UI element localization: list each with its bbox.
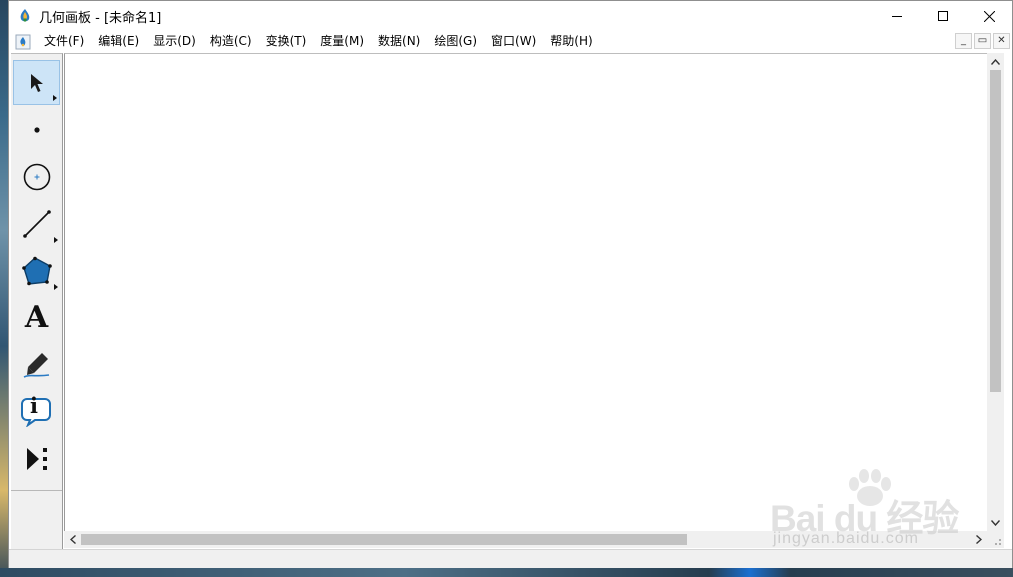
close-icon: [983, 10, 995, 22]
menu-transform[interactable]: 变换(T): [259, 31, 314, 52]
document-icon[interactable]: [15, 34, 31, 50]
submenu-indicator: [53, 95, 57, 101]
point-icon: [33, 126, 40, 133]
scroll-left-button[interactable]: [64, 531, 81, 548]
arrow-tool[interactable]: [13, 60, 60, 105]
menu-data[interactable]: 数据(N): [371, 31, 427, 52]
play-custom-icon: [26, 447, 47, 470]
arrow-pointer-icon: [30, 73, 43, 92]
sketchpad-app-icon: [20, 9, 30, 22]
point-tool[interactable]: [13, 107, 60, 152]
menu-file[interactable]: 文件(F): [37, 31, 91, 52]
information-tool[interactable]: i: [13, 389, 60, 434]
menu-bar: 文件(F) 编辑(E) 显示(D) 构造(C) 变换(T) 度量(M) 数据(N…: [9, 31, 1012, 52]
menu-help[interactable]: 帮助(H): [543, 31, 599, 52]
horizontal-scrollbar[interactable]: [64, 531, 987, 548]
menu-display[interactable]: 显示(D): [146, 31, 203, 52]
toolbox-divider: [11, 490, 62, 491]
menu-measure[interactable]: 度量(M): [313, 31, 371, 52]
maximize-icon: [938, 11, 948, 21]
doc-restore-button[interactable]: ▭: [974, 33, 991, 49]
chevron-up-icon: [991, 58, 1000, 65]
chevron-right-icon: [975, 535, 982, 544]
menu-construct[interactable]: 构造(C): [203, 31, 259, 52]
status-bar: [9, 549, 1012, 568]
close-button[interactable]: [966, 1, 1012, 31]
compass-tool[interactable]: [13, 154, 60, 199]
straightedge-tool[interactable]: [13, 201, 60, 246]
doc-close-button[interactable]: ✕: [993, 33, 1010, 49]
window-title: 几何画板 - [未命名1]: [39, 10, 162, 26]
custom-tool[interactable]: [13, 436, 60, 481]
vertical-scrollbar[interactable]: [987, 53, 1004, 531]
pentagon-icon: [21, 256, 52, 285]
scroll-right-button[interactable]: [970, 531, 987, 548]
menu-window[interactable]: 窗口(W): [484, 31, 543, 52]
polygon-tool[interactable]: [13, 248, 60, 293]
marker-tool[interactable]: [13, 342, 60, 387]
letter-a-icon: A: [24, 299, 49, 335]
scroll-up-button[interactable]: [987, 53, 1004, 70]
document-window-controls: _ ▭ ✕: [955, 33, 1010, 49]
minimize-button[interactable]: [874, 1, 920, 31]
marker-pen-icon: [23, 352, 49, 378]
desktop-taskbar-strip: [0, 568, 1013, 577]
horizontal-scroll-thumb[interactable]: [81, 534, 687, 545]
doc-minimize-button[interactable]: _: [955, 33, 972, 49]
toolbox: A i: [11, 53, 63, 550]
resize-grip[interactable]: [987, 531, 1004, 548]
title-bar[interactable]: 几何画板 - [未命名1]: [9, 1, 1012, 31]
vertical-scroll-thumb[interactable]: [990, 70, 1001, 392]
circle-icon: [23, 163, 50, 190]
minimize-icon: [892, 16, 902, 17]
submenu-indicator: [54, 237, 58, 243]
scroll-down-button[interactable]: [987, 514, 1004, 531]
app-window: 几何画板 - [未命名1] 文件(F) 编辑(E) 显示(D) 构造(C) 变换…: [8, 0, 1013, 568]
chevron-left-icon: [69, 535, 76, 544]
window-controls: [874, 1, 1012, 31]
grip-dots-icon: [995, 539, 1001, 545]
text-tool[interactable]: A: [13, 295, 60, 340]
chevron-down-icon: [991, 519, 1000, 526]
menu-graph[interactable]: 绘图(G): [427, 31, 484, 52]
maximize-button[interactable]: [920, 1, 966, 31]
info-glyph: i: [30, 393, 38, 418]
sketch-canvas[interactable]: [64, 53, 987, 531]
line-segment-icon: [22, 209, 51, 238]
submenu-indicator: [54, 284, 58, 290]
menu-edit[interactable]: 编辑(E): [91, 31, 146, 52]
